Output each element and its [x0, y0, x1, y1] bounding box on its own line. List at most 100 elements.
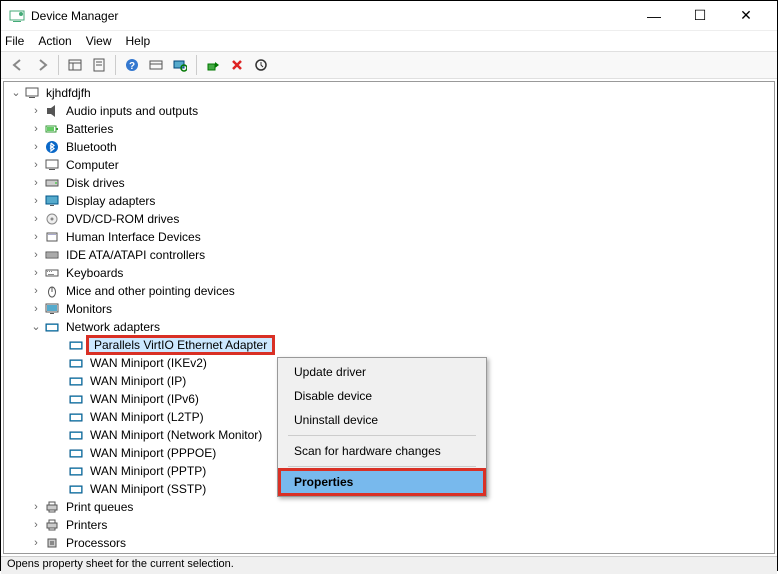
computer-icon	[24, 85, 40, 101]
context-update-driver[interactable]: Update driver	[280, 360, 484, 384]
category-node[interactable]: Audio inputs and outputs	[4, 102, 774, 120]
category-node[interactable]: Bluetooth	[4, 138, 774, 156]
category-node[interactable]: Monitors	[4, 300, 774, 318]
maximize-button[interactable]: ☐	[677, 1, 723, 31]
window-title: Device Manager	[31, 9, 631, 23]
network-adapter-icon	[68, 337, 84, 353]
expander-icon[interactable]	[28, 304, 44, 315]
category-label: Processors	[64, 536, 128, 550]
app-icon	[9, 8, 25, 24]
category-node[interactable]: Human Interface Devices	[4, 228, 774, 246]
close-button[interactable]: ✕	[723, 1, 769, 31]
enable-device-button[interactable]	[202, 54, 224, 76]
device-label: WAN Miniport (PPTP)	[88, 464, 208, 478]
context-scan-hardware[interactable]: Scan for hardware changes	[280, 439, 484, 463]
keyboard-icon	[44, 265, 60, 281]
toolbar-separator	[58, 55, 59, 75]
svg-text:?: ?	[129, 61, 135, 72]
update-driver-button[interactable]	[250, 54, 272, 76]
scan-hardware-button[interactable]	[169, 54, 191, 76]
hid-icon	[44, 229, 60, 245]
device-label: WAN Miniport (Network Monitor)	[88, 428, 264, 442]
help-button[interactable]: ?	[121, 54, 143, 76]
category-node[interactable]: Batteries	[4, 120, 774, 138]
menu-help[interactable]: Help	[126, 34, 151, 48]
category-label: Bluetooth	[64, 140, 119, 154]
category-label: Printers	[64, 518, 109, 532]
context-uninstall-device[interactable]: Uninstall device	[280, 408, 484, 432]
toolbar-separator	[196, 55, 197, 75]
category-node[interactable]: IDE ATA/ATAPI controllers	[4, 246, 774, 264]
forward-button[interactable]	[31, 54, 53, 76]
expander-icon[interactable]	[28, 142, 44, 153]
expander-icon[interactable]	[28, 520, 44, 531]
network-adapter-icon	[68, 391, 84, 407]
category-node[interactable]: Printers	[4, 516, 774, 534]
root-node[interactable]: kjhdfdjfh	[4, 84, 774, 102]
ide-icon	[44, 247, 60, 263]
window-controls: — ☐ ✕	[631, 1, 769, 31]
category-node[interactable]: Keyboards	[4, 264, 774, 282]
network-adapter-icon	[68, 373, 84, 389]
back-button[interactable]	[7, 54, 29, 76]
computer-icon	[44, 157, 60, 173]
expander-icon[interactable]	[28, 196, 44, 207]
dvd-icon	[44, 211, 60, 227]
title-bar: Device Manager — ☐ ✕	[1, 1, 777, 31]
toolbar-separator	[115, 55, 116, 75]
battery-icon	[44, 121, 60, 137]
network-icon	[44, 319, 60, 335]
expander-icon[interactable]	[28, 106, 44, 117]
expander-icon[interactable]	[28, 502, 44, 513]
category-label: Network adapters	[64, 320, 162, 334]
expander-icon[interactable]	[28, 160, 44, 171]
show-hide-button[interactable]	[64, 54, 86, 76]
minimize-button[interactable]: —	[631, 1, 677, 31]
category-label: Display adapters	[64, 194, 157, 208]
expander-icon[interactable]	[28, 538, 44, 549]
context-separator	[288, 435, 476, 436]
expander-icon[interactable]	[28, 322, 44, 333]
device-label: WAN Miniport (IPv6)	[88, 392, 201, 406]
category-label: Computer	[64, 158, 121, 172]
view-button[interactable]	[145, 54, 167, 76]
expander-icon[interactable]	[28, 124, 44, 135]
menu-bar: File Action View Help	[1, 31, 777, 51]
network-adapter-icon	[68, 445, 84, 461]
menu-file[interactable]: File	[5, 34, 24, 48]
network-adapter-icon	[68, 409, 84, 425]
category-node[interactable]: Print queues	[4, 498, 774, 516]
device-label: WAN Miniport (IP)	[88, 374, 188, 388]
uninstall-button[interactable]	[226, 54, 248, 76]
status-bar: Opens property sheet for the current sel…	[1, 556, 777, 574]
category-node[interactable]: DVD/CD-ROM drives	[4, 210, 774, 228]
category-node[interactable]: Display adapters	[4, 192, 774, 210]
category-network-adapters[interactable]: Network adapters	[4, 318, 774, 336]
expander-icon[interactable]	[8, 88, 24, 99]
menu-view[interactable]: View	[86, 34, 112, 48]
device-label: WAN Miniport (PPPOE)	[88, 446, 218, 460]
category-label: Mice and other pointing devices	[64, 284, 237, 298]
category-label: Audio inputs and outputs	[64, 104, 200, 118]
device-node[interactable]: Parallels VirtIO Ethernet Adapter	[4, 336, 774, 354]
printer-icon	[44, 499, 60, 515]
category-node[interactable]: Disk drives	[4, 174, 774, 192]
expander-icon[interactable]	[28, 286, 44, 297]
context-disable-device[interactable]: Disable device	[280, 384, 484, 408]
device-label: WAN Miniport (L2TP)	[88, 410, 206, 424]
expander-icon[interactable]	[28, 178, 44, 189]
expander-icon[interactable]	[28, 214, 44, 225]
category-label: Keyboards	[64, 266, 125, 280]
expander-icon[interactable]	[28, 268, 44, 279]
category-node[interactable]: Processors	[4, 534, 774, 552]
expander-icon[interactable]	[28, 250, 44, 261]
context-properties[interactable]: Properties	[280, 470, 484, 494]
properties-button[interactable]	[88, 54, 110, 76]
category-node[interactable]: Computer	[4, 156, 774, 174]
category-node[interactable]: Mice and other pointing devices	[4, 282, 774, 300]
cpu-icon	[44, 535, 60, 551]
expander-icon[interactable]	[28, 232, 44, 243]
menu-action[interactable]: Action	[38, 34, 71, 48]
device-tree[interactable]: kjhdfdjfh Audio inputs and outputs Batter…	[3, 81, 775, 554]
mouse-icon	[44, 283, 60, 299]
